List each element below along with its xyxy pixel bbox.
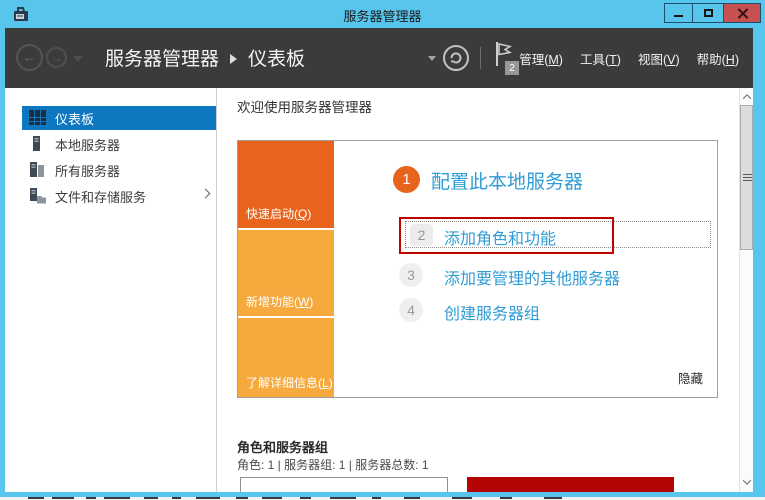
breadcrumb: 服务器管理器 仪表板: [105, 44, 305, 71]
window-body: 仪表板 本地服务器 所有服务器 文件和存储服务 欢迎使用服务器管理器 快速启动(…: [5, 88, 753, 492]
sidebar-item-dashboard[interactable]: 仪表板: [22, 106, 216, 130]
file-storage-icon: [30, 188, 46, 204]
sidebar-item-label: 所有服务器: [55, 163, 121, 179]
screen-edge-artifact: [86, 497, 96, 499]
maximize-icon: [703, 9, 713, 17]
whats-new-tab[interactable]: 新增功能(W): [238, 230, 334, 316]
step-4-number: 4: [399, 298, 423, 322]
screen-edge-artifact: [544, 497, 562, 499]
sidebar-item-local-server[interactable]: 本地服务器: [22, 132, 216, 156]
alert-tile-red[interactable]: [467, 477, 674, 492]
breadcrumb-current[interactable]: 仪表板: [248, 44, 305, 71]
screen-edge-artifact: [172, 497, 181, 499]
breadcrumb-separator-icon: [230, 53, 238, 64]
notifications-flag-button[interactable]: 2: [494, 41, 520, 75]
notification-count-badge[interactable]: 2: [505, 61, 519, 75]
refresh-icon: [450, 52, 462, 64]
whats-new-label: 新增功能(W): [246, 295, 314, 309]
learn-more-tab[interactable]: 了解详细信息(L): [238, 318, 334, 397]
sidebar-item-label: 仪表板: [55, 111, 95, 127]
all-servers-icon: [30, 162, 44, 177]
sidebar-item-all-servers[interactable]: 所有服务器: [22, 158, 216, 182]
screen-edge-artifact: [452, 497, 472, 499]
screen-edge-artifact: [330, 497, 356, 499]
screen-edge-artifact: [404, 497, 420, 499]
menu-tools[interactable]: 工具(T): [580, 49, 621, 68]
step-1-number: 1: [393, 166, 420, 193]
scroll-up-button[interactable]: [740, 89, 753, 105]
welcome-tile: 快速启动(Q) 新增功能(W) 了解详细信息(L) 1 配置此本地服务器 2 添…: [237, 140, 718, 398]
refresh-button[interactable]: [443, 45, 469, 71]
minimize-button[interactable]: [664, 3, 693, 23]
history-dropdown-icon[interactable]: [73, 56, 83, 62]
back-button[interactable]: ←: [16, 44, 43, 71]
step-3-number: 3: [399, 263, 423, 287]
create-server-group-link[interactable]: 创建服务器组: [444, 300, 540, 324]
sidebar-content-divider: [216, 88, 217, 492]
vertical-scrollbar[interactable]: [739, 88, 753, 492]
scroll-down-button[interactable]: [740, 474, 753, 490]
screen-edge-artifact: [372, 497, 381, 499]
sidebar-item-label: 文件和存储服务: [55, 189, 147, 205]
learn-more-label: 了解详细信息(L): [246, 376, 333, 390]
server-manager-window: 服务器管理器 ← → 服务器管理器 仪表板 2 管理(M) 工具(T) 视图(V…: [0, 0, 765, 500]
dashboard-icon: [29, 110, 46, 125]
quick-start-tab[interactable]: 快速启动(Q): [238, 141, 334, 228]
breadcrumb-dropdown-icon[interactable]: [428, 56, 436, 61]
screen-edge-artifact: [500, 497, 512, 499]
scrollbar-thumb[interactable]: [740, 105, 753, 250]
window-title: 服务器管理器: [343, 9, 422, 24]
screen-edge-artifact: [300, 497, 311, 499]
minimize-icon: [674, 14, 683, 17]
sidebar-item-file-storage-services[interactable]: 文件和存储服务: [22, 184, 216, 208]
toolbar-divider: [480, 47, 481, 69]
menu-help[interactable]: 帮助(H): [697, 49, 739, 68]
menu-manage[interactable]: 管理(M): [519, 49, 563, 68]
scrollbar-grip-icon: [743, 174, 752, 183]
welcome-heading: 欢迎使用服务器管理器: [237, 100, 372, 115]
menu-bar: 管理(M) 工具(T) 视图(V) 帮助(H): [519, 49, 739, 68]
server-group-tile[interactable]: [240, 477, 448, 492]
screen-edge-artifact: [196, 497, 220, 499]
add-other-servers-link[interactable]: 添加要管理的其他服务器: [444, 265, 620, 289]
maximize-button[interactable]: [692, 3, 724, 23]
close-button[interactable]: [723, 3, 761, 23]
sidebar-item-label: 本地服务器: [55, 137, 121, 153]
titlebar[interactable]: 服务器管理器: [0, 0, 765, 28]
screen-edge-artifact: [262, 497, 282, 499]
configure-local-server-link[interactable]: 配置此本地服务器: [431, 167, 583, 194]
annotation-highlight-box: [399, 217, 614, 254]
quick-start-label: 快速启动(Q): [246, 207, 312, 221]
screen-edge-artifact: [104, 497, 130, 499]
screen-edge-artifact: [144, 497, 158, 499]
forward-button[interactable]: →: [46, 47, 67, 68]
screen-edge-artifact: [236, 497, 248, 499]
screen-edge-artifact: [52, 497, 74, 499]
expand-arrow-icon[interactable]: [200, 188, 211, 199]
chevron-up-icon: [742, 94, 751, 103]
breadcrumb-root[interactable]: 服务器管理器: [105, 44, 219, 71]
close-icon: [737, 8, 748, 19]
menu-view[interactable]: 视图(V): [638, 49, 680, 68]
roles-server-groups-heading: 角色和服务器组: [237, 440, 329, 455]
navigation-bar: ← → 服务器管理器 仪表板 2 管理(M) 工具(T) 视图(V) 帮助(H): [5, 28, 753, 88]
chevron-down-icon: [742, 476, 751, 485]
hide-link[interactable]: 隐藏: [678, 368, 703, 387]
roles-server-groups-stats: 角色: 1 | 服务器组: 1 | 服务器总数: 1: [237, 458, 429, 472]
local-server-icon: [33, 136, 40, 151]
screen-edge-artifact: [28, 497, 44, 499]
